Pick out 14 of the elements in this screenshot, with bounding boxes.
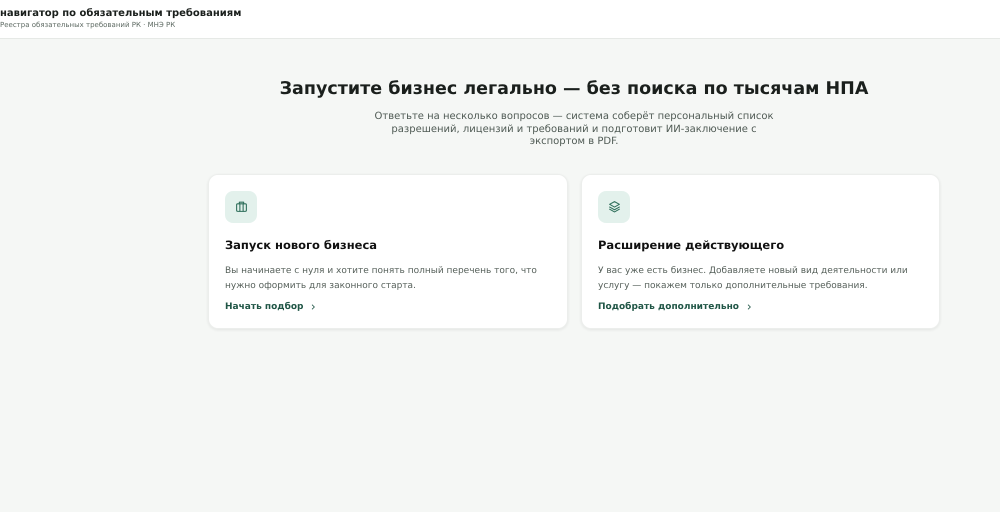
- briefcase-icon: [234, 200, 248, 213]
- card-title: Расширение действующего: [598, 238, 786, 252]
- option-card[interactable]: Запуск нового бизнеса Вы начинаете с нуля и хотите понять полный перечень того, что нужно оформить для законного старта. Начать подбор: [208, 174, 568, 328]
- option-card[interactable]: Расширение действующего У вас уже есть бизнес. Добавляете новый вид деятельности или услугу — покажем только дополнительные требования. Подобрать дополнительно: [581, 174, 940, 328]
- card-title: Запуск нового бизнеса: [225, 238, 378, 252]
- card-text: Вы начинаете с нуля и хотите понять полный перечень того, что нужно оформить для законного старта.: [225, 264, 538, 292]
- card-text: У вас уже есть бизнес. Добавляете новый вид деятельности или услугу — покажем только дополнительные требования.: [598, 264, 909, 292]
- page-description: Ответьте на несколько вопросов — система соберёт персональный список разрешений, лицензий и требований и подготовит ИИ-заключение с экспортом в PDF.: [374, 111, 774, 148]
- page-heading: Запустите бизнес легально — без поиска по тысячам НПА: [280, 79, 868, 99]
- layers-icon: [608, 200, 620, 213]
- card-link[interactable]: Подобрать дополнительно: [598, 302, 753, 312]
- chevron-right-icon: [309, 302, 318, 310]
- card-link[interactable]: Начать подбор: [225, 302, 318, 312]
- app-title: навигатор по обязательным требованиям: [0, 7, 242, 20]
